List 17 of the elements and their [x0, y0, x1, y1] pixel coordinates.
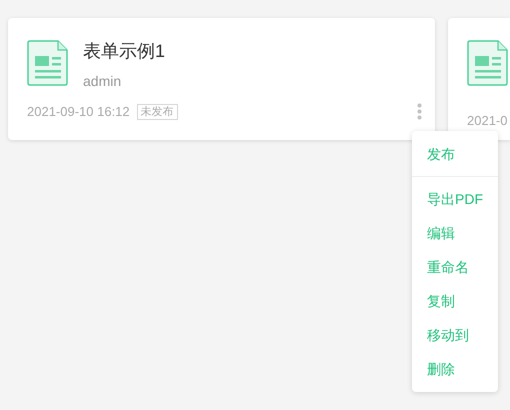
menu-item[interactable]: 删除: [412, 352, 498, 386]
author-name: admin: [83, 72, 122, 90]
menu-item[interactable]: 编辑: [412, 216, 498, 250]
timestamp: 2021-0: [467, 112, 508, 130]
status-tag: 未发布: [136, 104, 178, 120]
form-card[interactable]: 表单示例1 admin 2021-09-10 16:12 未发布: [8, 18, 435, 140]
form-card[interactable]: 2021-0: [448, 18, 510, 140]
document-icon: [467, 40, 508, 86]
menu-item[interactable]: 重命名: [412, 250, 498, 284]
timestamp: 2021-09-10 16:12: [27, 103, 130, 121]
document-icon: [27, 40, 68, 86]
menu-item[interactable]: 移动到: [412, 318, 498, 352]
menu-item[interactable]: 导出PDF: [412, 182, 498, 216]
more-icon[interactable]: [417, 103, 422, 120]
form-title: 表单示例1: [83, 40, 166, 62]
menu-item[interactable]: 发布: [412, 137, 498, 171]
menu-item[interactable]: 复制: [412, 284, 498, 318]
